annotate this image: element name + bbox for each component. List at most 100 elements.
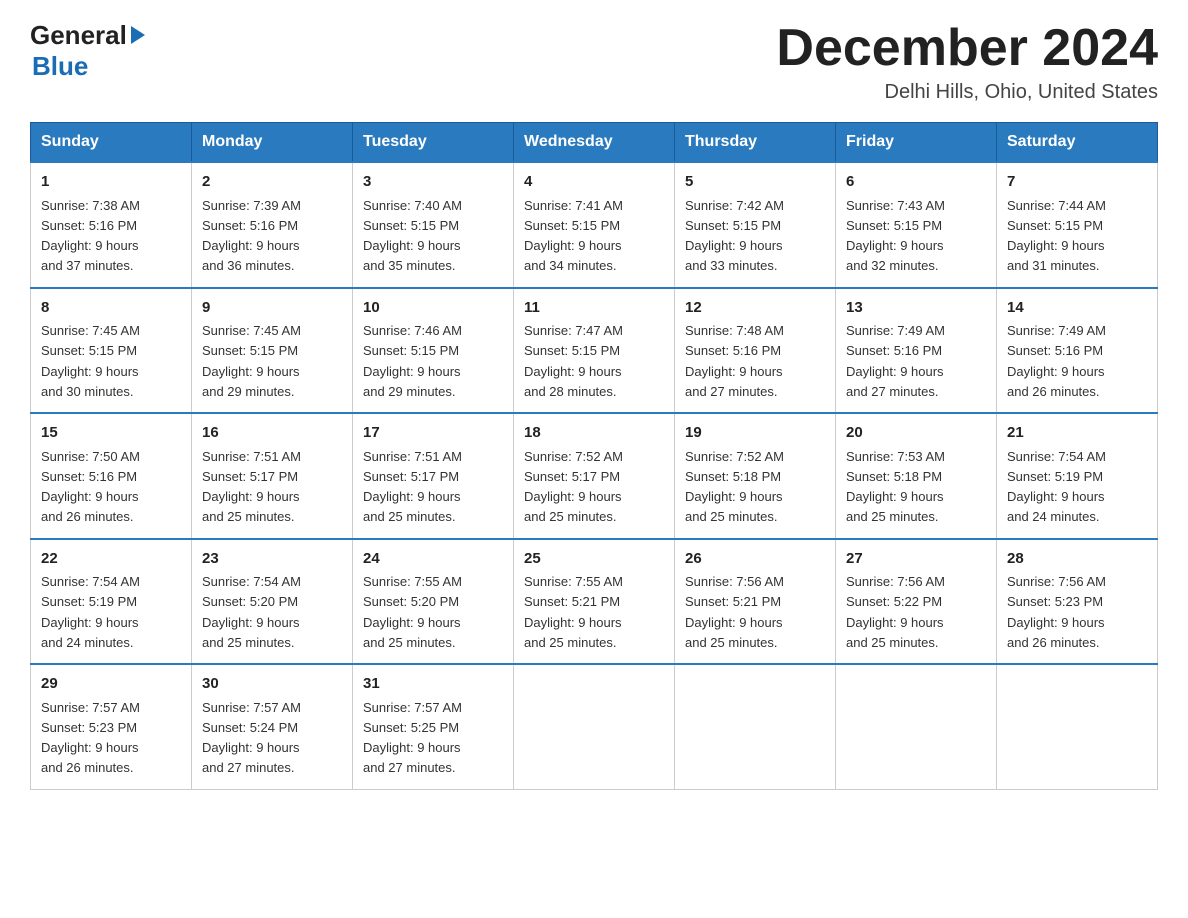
header-sunday: Sunday xyxy=(31,123,192,163)
day-info: Sunrise: 7:54 AMSunset: 5:20 PMDaylight:… xyxy=(202,574,301,650)
day-info: Sunrise: 7:57 AMSunset: 5:24 PMDaylight:… xyxy=(202,700,301,776)
calendar-cell: 8 Sunrise: 7:45 AMSunset: 5:15 PMDayligh… xyxy=(31,288,192,414)
day-number: 27 xyxy=(846,548,986,571)
day-number: 22 xyxy=(41,548,181,571)
logo-general-text: General xyxy=(30,20,127,51)
calendar-cell: 19 Sunrise: 7:52 AMSunset: 5:18 PMDaylig… xyxy=(675,413,836,539)
day-info: Sunrise: 7:48 AMSunset: 5:16 PMDaylight:… xyxy=(685,323,784,399)
calendar-cell: 14 Sunrise: 7:49 AMSunset: 5:16 PMDaylig… xyxy=(997,288,1158,414)
day-info: Sunrise: 7:51 AMSunset: 5:17 PMDaylight:… xyxy=(202,449,301,525)
header-monday: Monday xyxy=(192,123,353,163)
day-info: Sunrise: 7:43 AMSunset: 5:15 PMDaylight:… xyxy=(846,198,945,274)
day-number: 16 xyxy=(202,422,342,445)
day-info: Sunrise: 7:50 AMSunset: 5:16 PMDaylight:… xyxy=(41,449,140,525)
day-info: Sunrise: 7:53 AMSunset: 5:18 PMDaylight:… xyxy=(846,449,945,525)
calendar-cell: 12 Sunrise: 7:48 AMSunset: 5:16 PMDaylig… xyxy=(675,288,836,414)
logo-blue-text: Blue xyxy=(32,51,88,82)
day-info: Sunrise: 7:56 AMSunset: 5:23 PMDaylight:… xyxy=(1007,574,1106,650)
day-number: 3 xyxy=(363,171,503,194)
day-number: 6 xyxy=(846,171,986,194)
calendar-cell: 15 Sunrise: 7:50 AMSunset: 5:16 PMDaylig… xyxy=(31,413,192,539)
calendar-cell: 31 Sunrise: 7:57 AMSunset: 5:25 PMDaylig… xyxy=(353,664,514,789)
calendar-cell: 3 Sunrise: 7:40 AMSunset: 5:15 PMDayligh… xyxy=(353,162,514,288)
calendar-cell: 29 Sunrise: 7:57 AMSunset: 5:23 PMDaylig… xyxy=(31,664,192,789)
logo-arrow-icon xyxy=(131,26,145,44)
day-number: 13 xyxy=(846,297,986,320)
day-info: Sunrise: 7:44 AMSunset: 5:15 PMDaylight:… xyxy=(1007,198,1106,274)
day-number: 9 xyxy=(202,297,342,320)
calendar-cell xyxy=(836,664,997,789)
calendar-header-row: SundayMondayTuesdayWednesdayThursdayFrid… xyxy=(31,123,1158,163)
calendar-cell: 21 Sunrise: 7:54 AMSunset: 5:19 PMDaylig… xyxy=(997,413,1158,539)
day-info: Sunrise: 7:55 AMSunset: 5:21 PMDaylight:… xyxy=(524,574,623,650)
day-info: Sunrise: 7:57 AMSunset: 5:23 PMDaylight:… xyxy=(41,700,140,776)
calendar-cell: 1 Sunrise: 7:38 AMSunset: 5:16 PMDayligh… xyxy=(31,162,192,288)
page-header: General Blue December 2024 Delhi Hills, … xyxy=(30,20,1158,104)
day-number: 21 xyxy=(1007,422,1147,445)
day-number: 23 xyxy=(202,548,342,571)
day-info: Sunrise: 7:54 AMSunset: 5:19 PMDaylight:… xyxy=(41,574,140,650)
day-info: Sunrise: 7:52 AMSunset: 5:17 PMDaylight:… xyxy=(524,449,623,525)
day-info: Sunrise: 7:57 AMSunset: 5:25 PMDaylight:… xyxy=(363,700,462,776)
day-info: Sunrise: 7:39 AMSunset: 5:16 PMDaylight:… xyxy=(202,198,301,274)
calendar-week-2: 8 Sunrise: 7:45 AMSunset: 5:15 PMDayligh… xyxy=(31,288,1158,414)
day-number: 4 xyxy=(524,171,664,194)
month-title: December 2024 xyxy=(776,20,1158,77)
calendar-cell: 11 Sunrise: 7:47 AMSunset: 5:15 PMDaylig… xyxy=(514,288,675,414)
day-info: Sunrise: 7:52 AMSunset: 5:18 PMDaylight:… xyxy=(685,449,784,525)
calendar-week-5: 29 Sunrise: 7:57 AMSunset: 5:23 PMDaylig… xyxy=(31,664,1158,789)
calendar-cell: 9 Sunrise: 7:45 AMSunset: 5:15 PMDayligh… xyxy=(192,288,353,414)
day-number: 11 xyxy=(524,297,664,320)
calendar-cell: 22 Sunrise: 7:54 AMSunset: 5:19 PMDaylig… xyxy=(31,539,192,665)
header-friday: Friday xyxy=(836,123,997,163)
day-number: 8 xyxy=(41,297,181,320)
day-number: 10 xyxy=(363,297,503,320)
day-info: Sunrise: 7:45 AMSunset: 5:15 PMDaylight:… xyxy=(202,323,301,399)
day-number: 5 xyxy=(685,171,825,194)
day-number: 12 xyxy=(685,297,825,320)
day-number: 14 xyxy=(1007,297,1147,320)
title-block: December 2024 Delhi Hills, Ohio, United … xyxy=(776,20,1158,104)
calendar-cell: 26 Sunrise: 7:56 AMSunset: 5:21 PMDaylig… xyxy=(675,539,836,665)
day-number: 29 xyxy=(41,673,181,696)
calendar-table: SundayMondayTuesdayWednesdayThursdayFrid… xyxy=(30,122,1158,790)
calendar-cell: 13 Sunrise: 7:49 AMSunset: 5:16 PMDaylig… xyxy=(836,288,997,414)
calendar-cell: 17 Sunrise: 7:51 AMSunset: 5:17 PMDaylig… xyxy=(353,413,514,539)
day-info: Sunrise: 7:49 AMSunset: 5:16 PMDaylight:… xyxy=(846,323,945,399)
calendar-cell: 18 Sunrise: 7:52 AMSunset: 5:17 PMDaylig… xyxy=(514,413,675,539)
calendar-cell: 25 Sunrise: 7:55 AMSunset: 5:21 PMDaylig… xyxy=(514,539,675,665)
calendar-cell xyxy=(997,664,1158,789)
calendar-cell: 23 Sunrise: 7:54 AMSunset: 5:20 PMDaylig… xyxy=(192,539,353,665)
day-number: 1 xyxy=(41,171,181,194)
calendar-week-4: 22 Sunrise: 7:54 AMSunset: 5:19 PMDaylig… xyxy=(31,539,1158,665)
header-saturday: Saturday xyxy=(997,123,1158,163)
calendar-cell xyxy=(675,664,836,789)
calendar-week-1: 1 Sunrise: 7:38 AMSunset: 5:16 PMDayligh… xyxy=(31,162,1158,288)
day-number: 20 xyxy=(846,422,986,445)
header-tuesday: Tuesday xyxy=(353,123,514,163)
day-info: Sunrise: 7:46 AMSunset: 5:15 PMDaylight:… xyxy=(363,323,462,399)
day-number: 19 xyxy=(685,422,825,445)
day-info: Sunrise: 7:47 AMSunset: 5:15 PMDaylight:… xyxy=(524,323,623,399)
day-info: Sunrise: 7:40 AMSunset: 5:15 PMDaylight:… xyxy=(363,198,462,274)
day-info: Sunrise: 7:49 AMSunset: 5:16 PMDaylight:… xyxy=(1007,323,1106,399)
calendar-cell: 7 Sunrise: 7:44 AMSunset: 5:15 PMDayligh… xyxy=(997,162,1158,288)
calendar-week-3: 15 Sunrise: 7:50 AMSunset: 5:16 PMDaylig… xyxy=(31,413,1158,539)
calendar-cell: 10 Sunrise: 7:46 AMSunset: 5:15 PMDaylig… xyxy=(353,288,514,414)
day-number: 7 xyxy=(1007,171,1147,194)
day-number: 18 xyxy=(524,422,664,445)
calendar-cell: 5 Sunrise: 7:42 AMSunset: 5:15 PMDayligh… xyxy=(675,162,836,288)
calendar-cell: 24 Sunrise: 7:55 AMSunset: 5:20 PMDaylig… xyxy=(353,539,514,665)
logo: General Blue xyxy=(30,20,145,82)
day-info: Sunrise: 7:54 AMSunset: 5:19 PMDaylight:… xyxy=(1007,449,1106,525)
day-number: 25 xyxy=(524,548,664,571)
day-info: Sunrise: 7:51 AMSunset: 5:17 PMDaylight:… xyxy=(363,449,462,525)
calendar-cell: 27 Sunrise: 7:56 AMSunset: 5:22 PMDaylig… xyxy=(836,539,997,665)
location-text: Delhi Hills, Ohio, United States xyxy=(776,81,1158,104)
day-number: 31 xyxy=(363,673,503,696)
calendar-cell: 16 Sunrise: 7:51 AMSunset: 5:17 PMDaylig… xyxy=(192,413,353,539)
calendar-cell: 6 Sunrise: 7:43 AMSunset: 5:15 PMDayligh… xyxy=(836,162,997,288)
calendar-cell: 4 Sunrise: 7:41 AMSunset: 5:15 PMDayligh… xyxy=(514,162,675,288)
day-info: Sunrise: 7:56 AMSunset: 5:22 PMDaylight:… xyxy=(846,574,945,650)
day-number: 26 xyxy=(685,548,825,571)
